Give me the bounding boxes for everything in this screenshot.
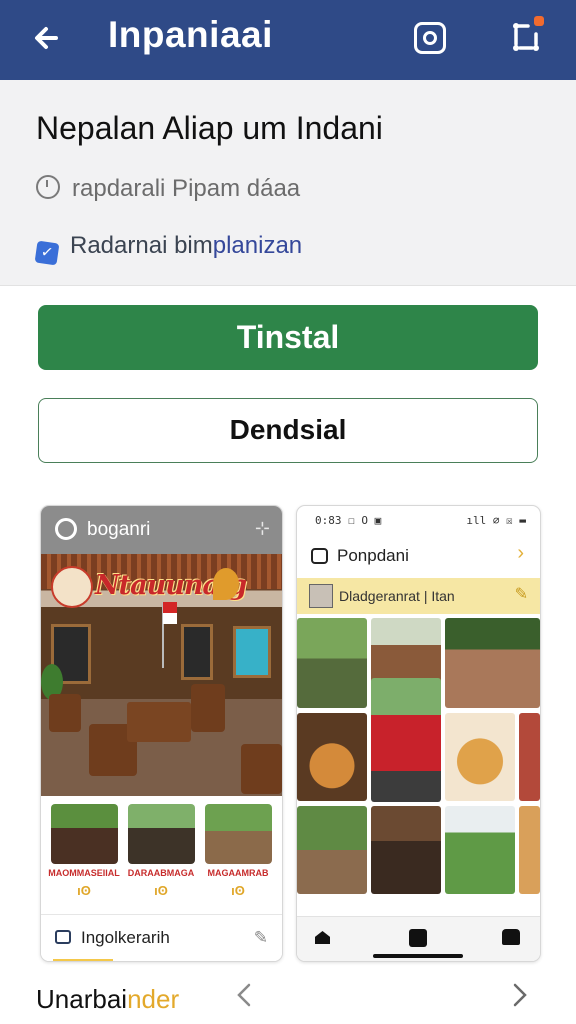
pin-icon: ✎ <box>253 928 268 947</box>
pin-icon: ✎ <box>514 586 528 603</box>
window-image <box>181 624 213 680</box>
thumbnail-image[interactable] <box>128 804 195 864</box>
camera-icon <box>55 930 71 944</box>
avatar <box>309 584 333 608</box>
chair-image <box>241 744 282 794</box>
grid-photo[interactable] <box>371 678 441 802</box>
status-right: ıll ⌀ ☒ ▬ <box>466 514 526 527</box>
grid-photo[interactable] <box>519 806 540 894</box>
grid-photo[interactable] <box>297 806 367 894</box>
screenshot2-header: Ponpdani › <box>297 538 540 578</box>
share-icon[interactable] <box>510 16 544 54</box>
screenshot1-header-title: boganri <box>87 519 151 540</box>
home-indicator <box>373 954 463 958</box>
meta-prefix: Radarnai bim <box>70 232 213 259</box>
clock-icon <box>36 175 60 199</box>
hero-image: Ntauunaig <box>41 554 282 796</box>
app-logo-icon <box>55 518 77 540</box>
thumbnail-number: ıʘ <box>231 883 245 898</box>
verified-badge-icon: ✓ <box>34 240 60 266</box>
section-label: Unarbainder <box>36 984 179 1015</box>
top-app-bar: Inpaniaai <box>0 0 576 80</box>
banner-text: Dladgeranrat | Itan <box>339 588 455 604</box>
back-arrow-icon[interactable] <box>28 18 68 58</box>
screenshot1-header: boganri ⊹ <box>41 506 282 554</box>
activity-icon[interactable] <box>409 929 427 947</box>
status-bar: 0:83 ☐ O ▣ ıll ⌀ ☒ ▬ <box>297 506 540 534</box>
restaurant-logo <box>51 566 93 608</box>
app-meta-verified[interactable]: ✓ Radarnai bimplanizan <box>34 232 303 266</box>
thumbnail-row: MAOMMASEIIAL ıʘ DARAABMAGA ıʘ MAGAAMRAB … <box>41 796 282 914</box>
flag-image <box>163 602 177 624</box>
notification-dot <box>534 16 544 26</box>
home-icon[interactable] <box>315 931 330 944</box>
calendar-icon <box>311 548 328 564</box>
screenshot2-banner: Dladgeranrat | Itan ✎ <box>297 578 540 614</box>
meta-highlight: planizan <box>212 232 303 259</box>
chevron-right-icon[interactable] <box>510 980 530 1018</box>
window-image <box>233 626 271 678</box>
secondary-button[interactable]: Dendsial <box>38 398 538 463</box>
thumbnail-number: ıʘ <box>77 883 91 898</box>
section-label-highlight: nder <box>127 984 180 1014</box>
status-left: 0:83 ☐ O ▣ <box>315 514 382 527</box>
grid-photo[interactable] <box>297 713 367 801</box>
screenshot1-footer-label: Ingolkerarih <box>81 928 170 947</box>
screenshot1-footer: Ingolkerarih ✎ <box>41 914 282 961</box>
thumbnail-image[interactable] <box>51 804 118 864</box>
grid-photo[interactable] <box>445 713 515 801</box>
bottom-nav <box>297 916 540 961</box>
chevron-left-icon[interactable] <box>234 980 254 1018</box>
thumbnail-caption: DARAABMAGA <box>127 868 195 878</box>
page-title: Inpaniaai <box>108 14 273 55</box>
app-meta-time: rapdarali Pipam dáaa <box>36 175 300 203</box>
thumbnail-caption: MAGAAMRAB <box>207 868 269 878</box>
grid-photo[interactable] <box>445 806 515 894</box>
grid-photo[interactable] <box>519 713 540 801</box>
chair-image <box>49 694 81 732</box>
chair-image <box>191 684 225 732</box>
settings-icon: ⊹ <box>254 518 270 538</box>
thumbnail-caption: MAOMMASEIIAL <box>48 868 120 878</box>
leaf-logo-icon <box>213 568 239 600</box>
section-label-prefix: Unarbai <box>36 984 128 1014</box>
screenshot2-header-title: Ponpdani <box>337 546 409 565</box>
app-screenshot-1[interactable]: boganri ⊹ Ntauunaig MAOMMASEIIAL ıʘ DARA… <box>40 505 283 962</box>
thumbnail-number: ıʘ <box>154 883 168 898</box>
instagram-icon[interactable] <box>414 22 446 54</box>
grid-photo[interactable] <box>297 618 367 708</box>
thumbnail-image[interactable] <box>205 804 272 864</box>
profile-icon[interactable] <box>502 929 520 945</box>
grid-photo[interactable] <box>445 618 540 708</box>
app-screenshot-2[interactable]: 0:83 ☐ O ▣ ıll ⌀ ☒ ▬ Ponpdani › Dladgera… <box>296 505 541 962</box>
chevron-right-icon: › <box>517 542 524 564</box>
grid-photo[interactable] <box>371 806 441 894</box>
app-name: Nepalan Aliap um Indani <box>36 110 383 146</box>
footer-accent-bar <box>53 959 113 961</box>
photo-grid <box>297 618 540 918</box>
install-button[interactable]: Tinstal <box>38 305 538 370</box>
app-meta-time-text: rapdarali Pipam dáaa <box>72 175 301 202</box>
table-image <box>127 702 191 742</box>
